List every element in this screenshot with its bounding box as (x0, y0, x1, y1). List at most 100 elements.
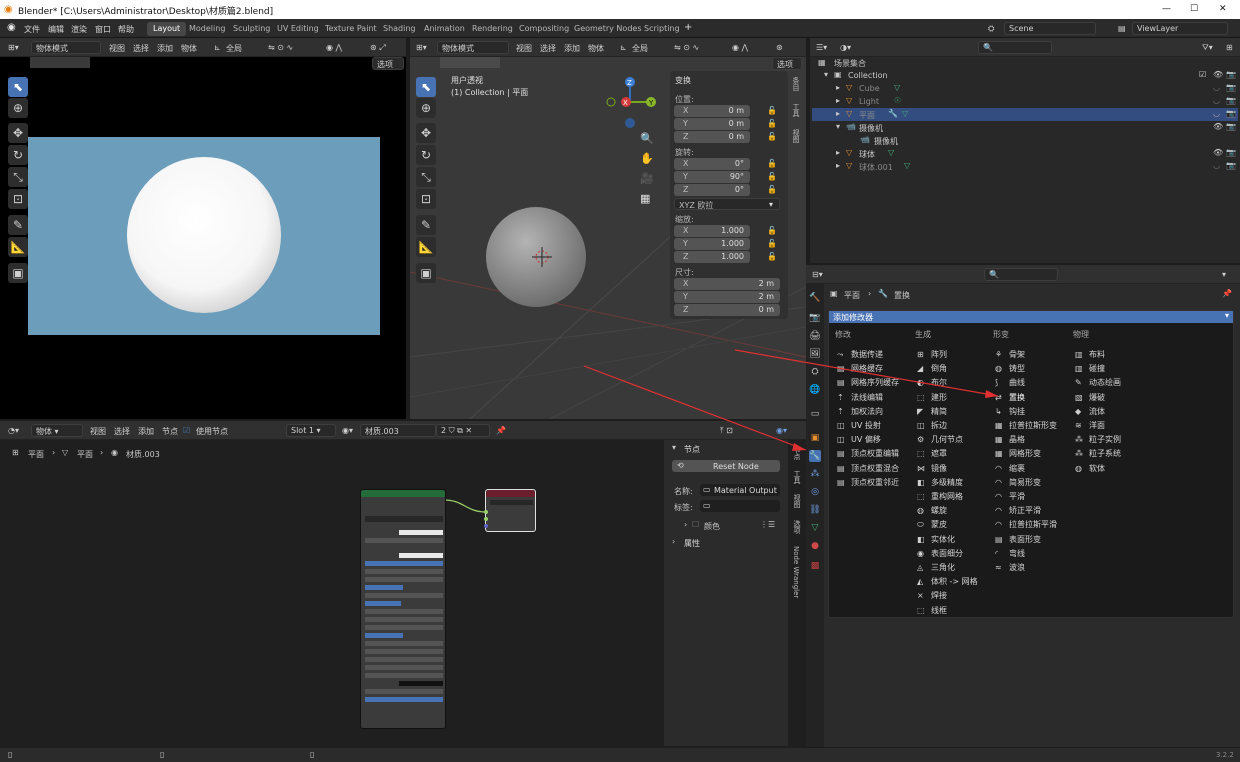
node-dropdown[interactable] (490, 500, 533, 505)
modifier-menu-item[interactable]: ◧ 实体化 (917, 534, 955, 545)
modifier-menu-item[interactable]: ◠ 简易形变 (995, 477, 1041, 488)
menu-select[interactable]: 选择 (540, 43, 556, 54)
mode-selector[interactable]: 物体模式 (437, 41, 509, 54)
node-header[interactable] (361, 490, 445, 497)
modifier-menu-item[interactable]: ◍ 软体 (1075, 463, 1105, 474)
expand-arrow-icon[interactable]: › (672, 537, 675, 546)
outliner-row-camera[interactable]: ▾ 📹 摄像机 👁 📷 (812, 121, 1238, 134)
tool-tab-icon[interactable]: 🔨 (809, 292, 821, 304)
rotation-x-field[interactable]: X 0° (674, 158, 750, 170)
viewport-sphere[interactable] (484, 205, 588, 309)
cursor-tool-icon[interactable]: ⊕ (416, 98, 436, 118)
checkbox-icon[interactable]: ☑ (1199, 70, 1206, 79)
node-field[interactable] (365, 585, 403, 590)
add-cube-tool-icon[interactable]: ▣ (416, 263, 436, 283)
rotation-y-field[interactable]: Y 90° (674, 171, 750, 183)
node-field[interactable] (365, 641, 443, 646)
modifier-menu-item[interactable]: ▦ 网格形变 (995, 448, 1041, 459)
data-tab-icon[interactable]: ▽ (809, 522, 821, 534)
minimize-button[interactable]: — (1162, 4, 1171, 14)
node-tab-node-wrangler[interactable]: Node Wrangler (792, 546, 800, 598)
material-browse-icon[interactable]: ◉▾ (342, 426, 353, 435)
eye-icon[interactable]: 👁 (1213, 70, 1223, 79)
menu-file[interactable]: 文件 (24, 24, 40, 35)
modifier-menu-item[interactable]: ◠ 拉普拉斯平滑 (995, 519, 1057, 530)
location-y-field[interactable]: Y0 m (674, 118, 750, 130)
material-users-field[interactable]: 2 ⛉ ⧉ ✕ (436, 424, 490, 437)
material-output-node[interactable] (484, 489, 536, 532)
node-field[interactable] (365, 577, 443, 582)
modifier-menu-item[interactable]: ◬ 三角化 (917, 562, 955, 573)
reset-node-button[interactable]: ⟲ Reset Node (672, 460, 780, 472)
node-field[interactable] (365, 593, 443, 598)
view-layer-selector[interactable]: ViewLayer (1132, 22, 1228, 35)
node-field[interactable] (365, 601, 401, 606)
collapse-arrow-icon[interactable]: ▾ (824, 70, 828, 79)
material-tab-icon[interactable]: ● (809, 540, 821, 552)
modifier-menu-item[interactable]: ▥ 布料 (1075, 349, 1105, 360)
node-field[interactable] (365, 538, 443, 543)
modifier-menu-item[interactable]: ◐ 布尔 (917, 377, 947, 388)
node-field[interactable] (365, 697, 443, 702)
node-field[interactable] (365, 689, 443, 694)
modifier-menu-item[interactable]: ⁂ 粒子系统 (1075, 448, 1121, 459)
add-modifier-button[interactable]: 添加修改器 ▾ (829, 311, 1233, 323)
modifier-menu-item[interactable]: ⬚ 线框 (917, 605, 947, 616)
select-tool-icon[interactable]: ⬉ (416, 77, 436, 97)
camera-icon[interactable]: 📷 (1226, 148, 1236, 157)
modifier-menu-item[interactable]: ⚙ 几何节点 (917, 434, 963, 445)
snap-icon[interactable]: ⇋ ⊙ ∿ (674, 43, 699, 52)
eye-icon[interactable]: 👁 (1213, 122, 1223, 131)
modifier-menu-item[interactable]: ◜ 弯线 (995, 548, 1025, 559)
scale-z-field[interactable]: Z 1.000 (674, 251, 750, 263)
modifier-menu-item[interactable]: ▤ 网格缓存 (837, 363, 883, 374)
modifier-menu-item[interactable]: ◆ 流体 (1075, 406, 1105, 417)
maximize-button[interactable]: ☐ (1190, 4, 1198, 14)
measure-tool-icon[interactable]: 📐 (8, 237, 28, 257)
tab-compositing[interactable]: Compositing (513, 22, 575, 36)
expand-arrow-icon[interactable]: ▸ (836, 161, 840, 170)
camera-view-icon[interactable]: 🎥 (640, 169, 654, 189)
hidden-eye-icon[interactable]: ◡ (1213, 96, 1220, 105)
slot-dropdown[interactable]: Slot 1 ▾ (286, 424, 336, 437)
editor-type-icon[interactable]: ◔▾ (8, 426, 19, 435)
modifier-menu-item[interactable]: ▤ 顶点权重邻近 (837, 477, 899, 488)
modifier-menu-item[interactable]: ⬭ 蒙皮 (917, 519, 947, 530)
node-field[interactable] (365, 673, 443, 678)
modifier-menu-item[interactable]: ⬚ 重构网格 (917, 491, 963, 502)
npanel-tab-view[interactable]: 视图 (791, 129, 801, 143)
hidden-eye-icon[interactable]: ◡ (1213, 83, 1220, 92)
tab-animation[interactable]: Animation (418, 22, 471, 36)
modifier-menu-item[interactable]: ◫ UV 偏移 (837, 434, 881, 445)
filter-icon[interactable]: ⛛▾ (1202, 43, 1213, 53)
editor-type-icon[interactable]: ☰▾ (816, 43, 827, 52)
dimension-z-field[interactable]: Z0 m (674, 304, 780, 316)
lock-icon[interactable]: 🔓 (767, 226, 777, 235)
menu-view[interactable]: 视图 (109, 43, 125, 54)
select-tool-icon[interactable]: ⬉ (8, 77, 28, 97)
view-layer-tab-icon[interactable]: 🖼 (809, 348, 821, 360)
dimension-y-field[interactable]: Y2 m (674, 291, 780, 303)
grid-toggle-icon[interactable]: ▦ (640, 189, 654, 209)
menu-object[interactable]: 物体 (588, 43, 604, 54)
expand-arrow-icon[interactable]: ▸ (836, 148, 840, 157)
menu-render[interactable]: 渲染 (71, 24, 87, 35)
node-field[interactable] (365, 649, 443, 654)
cursor-tool-icon[interactable]: ⊕ (8, 98, 28, 118)
modifier-menu-item[interactable]: ↳ 钩挂 (995, 406, 1025, 417)
volume-socket[interactable] (484, 517, 488, 521)
modifier-menu-item[interactable]: ⇄ 置换 (995, 392, 1025, 403)
node-field[interactable] (365, 665, 443, 670)
options-dropdown[interactable]: 选项 (372, 57, 404, 70)
orientation-selector[interactable]: 全局 (226, 43, 242, 54)
outliner-row-sphere-001[interactable]: ▸ ▽ 球体.001 ▽ ◡ 📷 (812, 160, 1238, 173)
tab-geometry-nodes[interactable]: Geometry Nodes (568, 22, 647, 36)
node-field[interactable] (365, 625, 443, 630)
tab-shading[interactable]: Shading (377, 22, 422, 36)
rotate-tool-icon[interactable]: ↻ (8, 145, 28, 165)
main-viewport[interactable]: 选项 用户透视 (1) Collection | 平面 ⬉ ⊕ ✥ ↻ ⤡ ⊡ … (410, 57, 806, 419)
node-field[interactable] (365, 633, 403, 638)
base-color-swatch[interactable] (399, 530, 443, 535)
display-mode-icon[interactable]: ◑▾ (840, 43, 851, 52)
scale-y-field[interactable]: Y 1.000 (674, 238, 750, 250)
